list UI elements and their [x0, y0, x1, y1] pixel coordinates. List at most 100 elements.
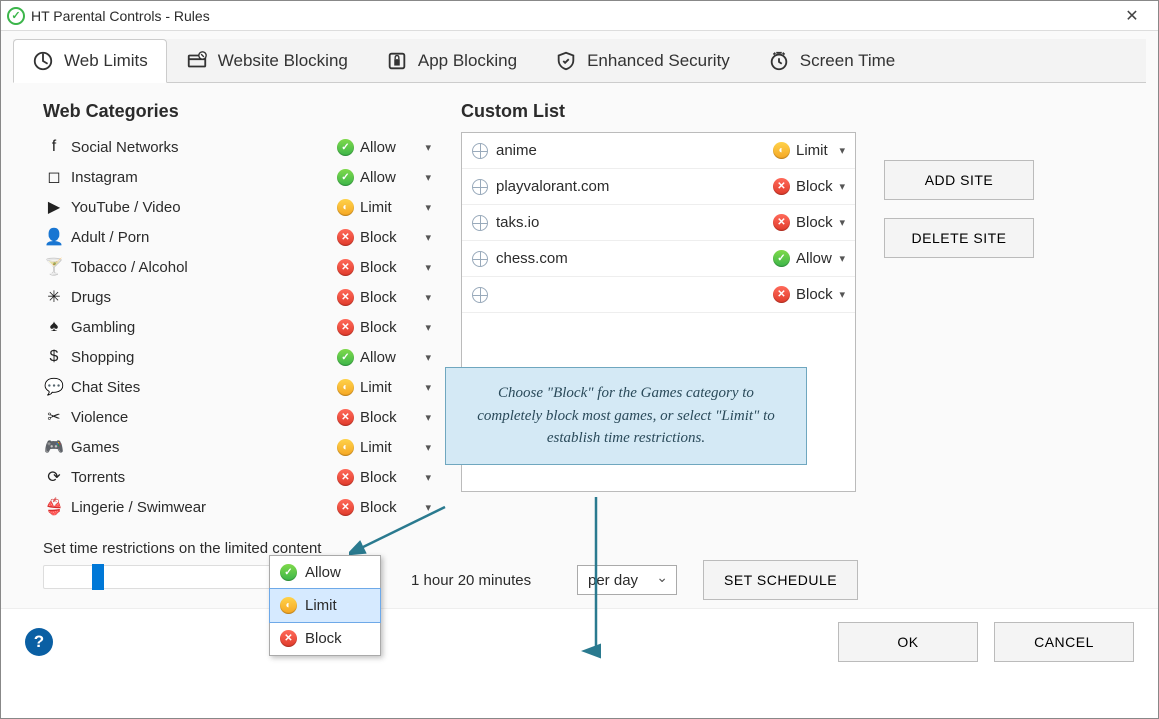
chevron-down-icon: ▾	[425, 231, 431, 244]
category-action-select[interactable]: ✕Block ▾	[335, 407, 433, 428]
help-button[interactable]: ?	[25, 628, 53, 656]
games-icon: 🎮	[43, 437, 65, 457]
category-row: ◻ Instagram ✓Allow ▾	[43, 162, 433, 192]
tab-label: App Blocking	[418, 51, 517, 71]
chevron-down-icon: ▾	[425, 351, 431, 364]
tab-label: Screen Time	[800, 51, 895, 71]
site-name: anime	[496, 142, 763, 159]
chevron-down-icon: ▾	[425, 321, 431, 334]
add-site-button[interactable]: ADD SITE	[884, 160, 1034, 200]
custom-site-row[interactable]: playvalorant.com ✕Block ▾	[462, 169, 855, 205]
tab-screen-time[interactable]: Screen Time	[749, 39, 914, 82]
custom-site-row[interactable]: chess.com ✓ Allow ▾	[462, 241, 855, 277]
status-block-icon: ✕	[337, 259, 354, 276]
category-row: $ Shopping ✓Allow ▾	[43, 342, 433, 372]
category-action-select[interactable]: ✕Block ▾	[335, 227, 433, 248]
dropdown-option-limit[interactable]: ◐Limit	[269, 588, 381, 623]
category-row: ♠ Gambling ✕Block ▾	[43, 312, 433, 342]
action-dropdown[interactable]: ✓Allow◐Limit✕Block	[269, 555, 381, 656]
instagram-icon: ◻	[43, 167, 65, 187]
category-label: Instagram	[65, 169, 335, 186]
category-label: Torrents	[65, 469, 335, 486]
category-action-select[interactable]: ✓Allow ▾	[335, 167, 433, 188]
site-action-select[interactable]: ✓ Allow ▾	[771, 248, 847, 269]
rules-window: ✓ HT Parental Controls - Rules ✕ Web Lim…	[0, 0, 1159, 719]
tab-area: Web Limits Website Blocking App Blocking…	[1, 31, 1158, 608]
site-action-select[interactable]: ✕Block ▾	[771, 284, 847, 305]
category-row: ⟳ Torrents ✕Block ▾	[43, 462, 433, 492]
delete-site-button[interactable]: DELETE SITE	[884, 218, 1034, 258]
action-label: Block	[360, 229, 397, 246]
category-label: Shopping	[65, 349, 335, 366]
site-action-select[interactable]: ✕Block ▾	[771, 212, 847, 233]
alcohol-icon: 🍸	[43, 257, 65, 277]
category-action-select[interactable]: ✓Allow ▾	[335, 137, 433, 158]
titlebar: ✓ HT Parental Controls - Rules ✕	[1, 1, 1158, 31]
category-row: f Social Networks ✓Allow ▾	[43, 132, 433, 162]
status-allow-icon: ✓	[773, 250, 790, 267]
status-block-icon: ✕	[280, 630, 297, 647]
action-label: Allow	[360, 169, 396, 186]
set-schedule-button[interactable]: SET SCHEDULE	[703, 560, 858, 600]
cancel-button[interactable]: CANCEL	[994, 622, 1134, 662]
chevron-down-icon: ▾	[425, 201, 431, 214]
close-button[interactable]: ✕	[1112, 2, 1152, 30]
torrents-icon: ⟳	[43, 467, 65, 487]
tab-website-blocking[interactable]: Website Blocking	[167, 39, 367, 82]
category-label: YouTube / Video	[65, 199, 335, 216]
action-label: Block	[796, 286, 833, 303]
tab-strip: Web Limits Website Blocking App Blocking…	[13, 39, 1146, 83]
category-row: 🍸 Tobacco / Alcohol ✕Block ▾	[43, 252, 433, 282]
tab-web-limits[interactable]: Web Limits	[13, 39, 167, 83]
chevron-down-icon: ▾	[839, 252, 845, 265]
globe-icon	[472, 287, 488, 303]
category-label: Drugs	[65, 289, 335, 306]
shield-icon	[555, 50, 577, 72]
violence-icon: ✂	[43, 407, 65, 427]
category-action-select[interactable]: ✕Block ▾	[335, 467, 433, 488]
ok-button[interactable]: OK	[838, 622, 978, 662]
limit-value-text: 1 hour 20 minutes	[411, 572, 551, 589]
category-action-select[interactable]: ✕Block ▾	[335, 317, 433, 338]
custom-site-row[interactable]: ✕Block ▾	[462, 277, 855, 313]
globe-icon	[472, 251, 488, 267]
action-label: Block	[796, 178, 833, 195]
site-action-select[interactable]: ◐Limit ▾	[771, 140, 847, 161]
chevron-down-icon: ▾	[425, 471, 431, 484]
action-label: Allow	[796, 250, 832, 267]
category-action-select[interactable]: ◐Limit ▾	[335, 377, 433, 398]
hint-callout: Choose "Block" for the Games category to…	[445, 367, 807, 465]
action-label: Allow	[360, 139, 396, 156]
site-name: taks.io	[496, 214, 763, 231]
action-label: Block	[360, 409, 397, 426]
status-block-icon: ✕	[337, 469, 354, 486]
dropdown-option-allow[interactable]: ✓Allow	[270, 556, 380, 589]
tab-app-blocking[interactable]: App Blocking	[367, 39, 536, 82]
content-panel: Web Categories f Social Networks ✓Allow …	[13, 83, 1146, 608]
facebook-icon: f	[43, 138, 65, 156]
custom-site-row[interactable]: anime ◐Limit ▾	[462, 133, 855, 169]
status-limit-icon: ◐	[773, 142, 790, 159]
youtube-icon: ▶	[43, 197, 65, 217]
site-action-select[interactable]: ✕Block ▾	[771, 176, 847, 197]
app-icon: ✓	[7, 7, 25, 25]
category-action-select[interactable]: ◐Limit ▾	[335, 197, 433, 218]
action-label: Block	[360, 259, 397, 276]
category-label: Adult / Porn	[65, 229, 335, 246]
category-action-select[interactable]: ✕Block ▾	[335, 257, 433, 278]
globe-icon	[472, 215, 488, 231]
category-action-select[interactable]: ✕Block ▾	[335, 287, 433, 308]
chevron-down-icon: ▾	[839, 288, 845, 301]
category-action-select[interactable]: ✓Allow ▾	[335, 347, 433, 368]
tab-enhanced-security[interactable]: Enhanced Security	[536, 39, 749, 82]
category-action-select[interactable]: ◐Limit ▾	[335, 437, 433, 458]
callout-arrow-down	[581, 493, 611, 663]
category-row: 👤 Adult / Porn ✕Block ▾	[43, 222, 433, 252]
custom-site-row[interactable]: taks.io ✕Block ▾	[462, 205, 855, 241]
site-name: chess.com	[496, 250, 763, 267]
slider-thumb[interactable]	[92, 564, 104, 590]
category-row: ▶ YouTube / Video ◐Limit ▾	[43, 192, 433, 222]
chevron-down-icon: ▾	[425, 171, 431, 184]
dropdown-option-block[interactable]: ✕Block	[270, 622, 380, 655]
category-row: ✂ Violence ✕Block ▾	[43, 402, 433, 432]
